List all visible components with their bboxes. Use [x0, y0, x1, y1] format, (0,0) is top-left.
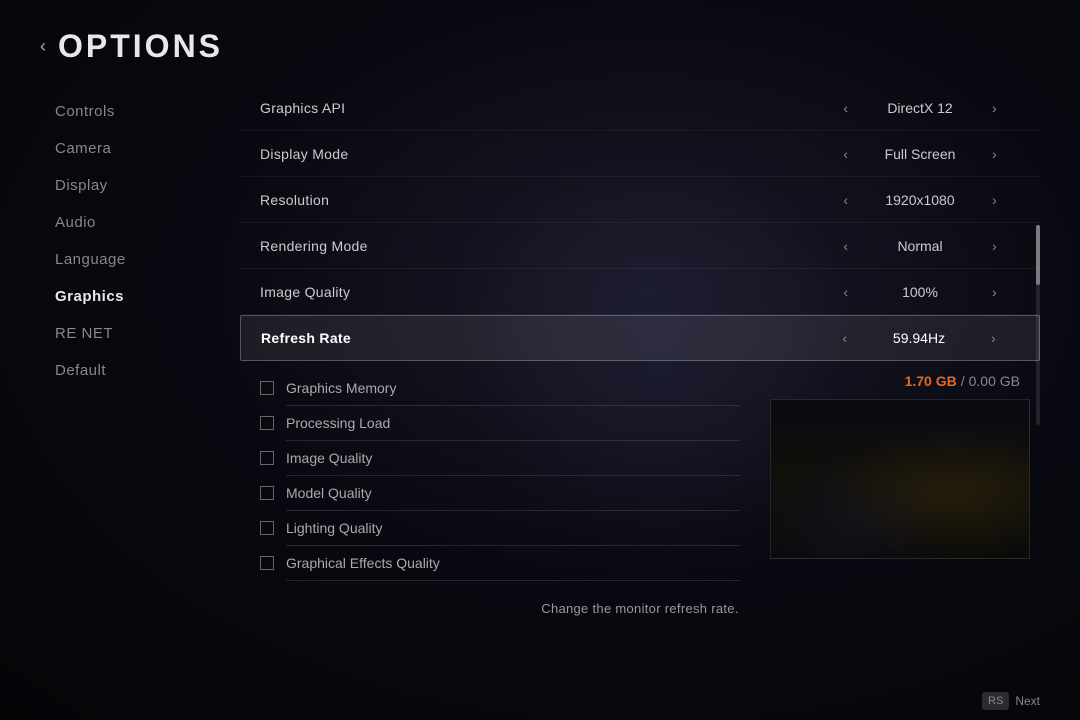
status-message: Change the monitor refresh rate.	[541, 601, 738, 616]
sidebar-item-graphics[interactable]: Graphics	[55, 280, 220, 313]
checkbox-label-model-quality: Model Quality	[286, 485, 372, 501]
chevron-right-display-mode[interactable]: ›	[992, 146, 997, 162]
setting-value-resolution: 1920x1080	[860, 192, 980, 208]
chevron-left-rendering-mode[interactable]: ‹	[843, 238, 848, 254]
chevron-left-image-quality[interactable]: ‹	[843, 284, 848, 300]
status-bar: Change the monitor refresh rate.	[240, 587, 1040, 624]
content-wrapper: ‹ OPTIONS Controls Camera Display Audio …	[0, 0, 1080, 720]
setting-value-graphics-api: DirectX 12	[860, 100, 980, 116]
setting-label-image-quality: Image Quality	[260, 284, 820, 300]
setting-row-resolution: Resolution ‹ 1920x1080 ›	[240, 177, 1040, 223]
page-title: OPTIONS	[58, 28, 223, 65]
divider-graphical-effects	[286, 580, 740, 581]
sidebar-item-audio[interactable]: Audio	[55, 206, 220, 239]
memory-total: 0.00 GB	[969, 373, 1020, 389]
lower-section: Graphics Memory Processing Load Image Qu…	[240, 365, 1040, 587]
checkbox-row-model-quality[interactable]: Model Quality	[240, 476, 760, 510]
checkbox-graphics-memory[interactable]	[260, 381, 274, 395]
setting-value-area-graphics-api: ‹ DirectX 12 ›	[820, 100, 1020, 116]
setting-row-rendering-mode: Rendering Mode ‹ Normal ›	[240, 223, 1040, 269]
rs-icon: RS	[982, 692, 1009, 710]
setting-label-graphics-api: Graphics API	[260, 100, 820, 116]
sidebar-item-default[interactable]: Default	[55, 354, 220, 387]
checkbox-label-image-quality: Image Quality	[286, 450, 372, 466]
chevron-right-rendering-mode[interactable]: ›	[992, 238, 997, 254]
chevron-left-display-mode[interactable]: ‹	[843, 146, 848, 162]
checkbox-row-processing-load[interactable]: Processing Load	[240, 406, 760, 440]
checkbox-lighting-quality[interactable]	[260, 521, 274, 535]
checkbox-processing-load[interactable]	[260, 416, 274, 430]
checkbox-image-quality[interactable]	[260, 451, 274, 465]
setting-label-display-mode: Display Mode	[260, 146, 820, 162]
checkbox-label-graphical-effects: Graphical Effects Quality	[286, 555, 440, 571]
checkbox-list: Graphics Memory Processing Load Image Qu…	[240, 365, 760, 587]
sidebar-item-display[interactable]: Display	[55, 169, 220, 202]
scrollbar[interactable]	[1036, 225, 1040, 425]
main-layout: Controls Camera Display Audio Language G…	[0, 75, 1080, 688]
next-button[interactable]: RS Next	[982, 692, 1040, 710]
preview-panel: 1.70 GB / 0.00 GB	[760, 363, 1040, 587]
checkbox-label-processing-load: Processing Load	[286, 415, 390, 431]
chevron-left-graphics-api[interactable]: ‹	[843, 100, 848, 116]
setting-value-area-rendering-mode: ‹ Normal ›	[820, 238, 1020, 254]
checkbox-graphical-effects[interactable]	[260, 556, 274, 570]
setting-label-resolution: Resolution	[260, 192, 820, 208]
scrollbar-thumb[interactable]	[1036, 225, 1040, 285]
settings-list: Graphics API ‹ DirectX 12 › Display Mode…	[240, 85, 1040, 361]
setting-row-graphics-api: Graphics API ‹ DirectX 12 ›	[240, 85, 1040, 131]
chevron-left-refresh-rate[interactable]: ‹	[842, 330, 847, 346]
sidebar-item-re-net[interactable]: RE NET	[55, 317, 220, 350]
sidebar-item-language[interactable]: Language	[55, 243, 220, 276]
setting-value-image-quality: 100%	[860, 284, 980, 300]
chevron-right-graphics-api[interactable]: ›	[992, 100, 997, 116]
memory-separator: /	[961, 373, 965, 389]
preview-image	[770, 399, 1030, 559]
checkbox-label-graphics-memory: Graphics Memory	[286, 380, 396, 396]
chevron-right-refresh-rate[interactable]: ›	[991, 330, 996, 346]
setting-label-refresh-rate: Refresh Rate	[261, 330, 819, 346]
setting-row-display-mode: Display Mode ‹ Full Screen ›	[240, 131, 1040, 177]
setting-label-rendering-mode: Rendering Mode	[260, 238, 820, 254]
setting-value-area-resolution: ‹ 1920x1080 ›	[820, 192, 1020, 208]
nav-footer: RS Next	[0, 688, 1080, 720]
setting-value-area-image-quality: ‹ 100% ›	[820, 284, 1020, 300]
settings-panel: Graphics API ‹ DirectX 12 › Display Mode…	[220, 85, 1080, 688]
memory-info: 1.70 GB / 0.00 GB	[760, 363, 1040, 399]
header: ‹ OPTIONS	[0, 0, 1080, 75]
next-button-label: Next	[1015, 694, 1040, 708]
chevron-right-resolution[interactable]: ›	[992, 192, 997, 208]
preview-scene	[771, 400, 1029, 558]
setting-row-refresh-rate[interactable]: Refresh Rate ‹ 59.94Hz ›	[240, 315, 1040, 361]
setting-value-area-display-mode: ‹ Full Screen ›	[820, 146, 1020, 162]
chevron-right-image-quality[interactable]: ›	[992, 284, 997, 300]
memory-used: 1.70 GB	[905, 373, 957, 389]
setting-value-area-refresh-rate: ‹ 59.94Hz ›	[819, 330, 1019, 346]
sidebar: Controls Camera Display Audio Language G…	[0, 85, 220, 688]
chevron-left-resolution[interactable]: ‹	[843, 192, 848, 208]
checkbox-row-image-quality-cb[interactable]: Image Quality	[240, 441, 760, 475]
checkbox-row-lighting-quality[interactable]: Lighting Quality	[240, 511, 760, 545]
setting-row-image-quality: Image Quality ‹ 100% ›	[240, 269, 1040, 315]
checkbox-row-graphical-effects[interactable]: Graphical Effects Quality	[240, 546, 760, 580]
setting-value-display-mode: Full Screen	[860, 146, 980, 162]
sidebar-item-controls[interactable]: Controls	[55, 95, 220, 128]
setting-value-rendering-mode: Normal	[860, 238, 980, 254]
checkbox-model-quality[interactable]	[260, 486, 274, 500]
sidebar-item-camera[interactable]: Camera	[55, 132, 220, 165]
setting-value-refresh-rate: 59.94Hz	[859, 330, 979, 346]
checkbox-label-lighting-quality: Lighting Quality	[286, 520, 383, 536]
back-arrow-icon[interactable]: ‹	[40, 36, 46, 57]
checkbox-row-graphics-memory[interactable]: Graphics Memory	[240, 371, 760, 405]
